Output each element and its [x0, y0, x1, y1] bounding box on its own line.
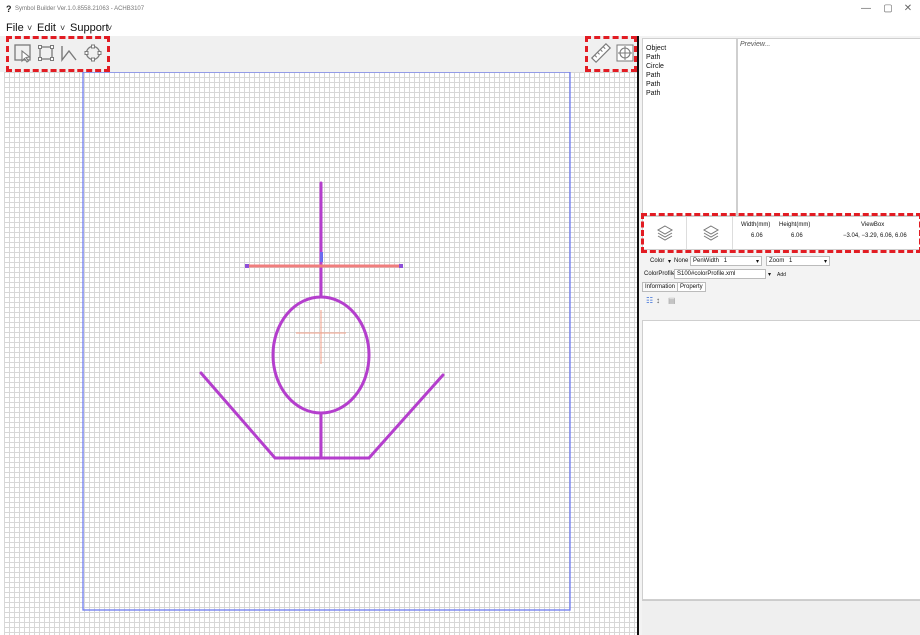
selection-handle-top[interactable] — [320, 252, 323, 262]
toolbar — [0, 36, 637, 72]
dimension-info-strip: Width(mm) Height(mm) ViewBox 6.06 6.06 −… — [642, 216, 920, 250]
menu-edit[interactable]: Edit — [37, 22, 56, 34]
add-button[interactable]: Add — [777, 272, 786, 278]
height-label: Height(mm) — [779, 222, 811, 228]
question-mark-icon: ? — [6, 4, 12, 14]
property-toolbar: ☷ ↕ ▤ — [642, 296, 920, 308]
menu-chevron-icon: ˅ — [60, 23, 66, 33]
window-title: Symbol Builder Ver.1.0.8558.21063 - ACHB… — [15, 6, 145, 12]
width-label: Width(mm) — [741, 222, 771, 228]
color-pen-zoom-row: Color ▾ None PenWidth 1 ▾ Zoom 1 ▾ — [642, 256, 920, 268]
colorprofile-row: ColorProfile S100#colorProfile.xml ▾ Add — [642, 269, 920, 281]
preview-label: Preview... — [740, 41, 771, 48]
color-label: Color — [650, 258, 665, 264]
chevron-down-icon[interactable]: ▾ — [768, 271, 771, 278]
symbol-drawing[interactable] — [199, 181, 445, 460]
minimize-button[interactable]: — — [858, 3, 874, 15]
zoom-label: Zoom — [769, 258, 785, 264]
close-button[interactable]: ✕ — [900, 3, 916, 15]
color-value[interactable]: None — [674, 258, 688, 264]
colorprofile-field[interactable]: S100#colorProfile.xml — [674, 269, 766, 279]
tab-information[interactable]: Information — [642, 282, 679, 292]
list-item[interactable]: Path — [643, 53, 736, 62]
status-area — [642, 600, 920, 635]
chevron-down-icon[interactable]: ▾ — [824, 258, 827, 265]
colorprofile-label: ColorProfile — [644, 271, 676, 277]
rectangle-tool-icon[interactable] — [35, 42, 57, 64]
menu-bar: File ˅ Edit ˅ Support ˅ — [0, 20, 640, 36]
penwidth-field[interactable]: PenWidth 1 — [690, 256, 762, 266]
colorprofile-value: S100#colorProfile.xml — [677, 271, 736, 277]
list-item[interactable]: Path — [643, 71, 736, 80]
selection-overlay — [245, 252, 403, 364]
list-item[interactable]: Path — [643, 80, 736, 89]
preview-pane: Preview... — [737, 38, 920, 216]
tab-property[interactable]: Property — [677, 282, 706, 292]
right-panel: Object Path Circle Path Path Path Previe… — [637, 36, 920, 635]
list-item[interactable]: Circle — [643, 62, 736, 71]
object-list[interactable]: Object Path Circle Path Path Path — [642, 38, 737, 216]
list-item[interactable]: Object — [643, 44, 736, 53]
alphabetical-sort-icon[interactable]: ↕ — [656, 296, 660, 305]
zoom-value: 1 — [789, 258, 793, 264]
penwidth-label: PenWidth — [693, 258, 720, 264]
zoom-field[interactable]: Zoom 1 — [766, 256, 830, 266]
layers-icon[interactable] — [643, 217, 687, 249]
menu-chevron-icon: ˅ — [27, 23, 33, 33]
property-grid[interactable] — [642, 320, 920, 600]
maximize-button[interactable]: ▢ — [880, 3, 896, 15]
menu-file[interactable]: File — [6, 22, 24, 34]
menu-chevron-icon: ˅ — [107, 23, 113, 33]
path-tool-icon[interactable] — [58, 42, 80, 64]
title-bar: ? Symbol Builder Ver.1.0.8558.21063 - AC… — [0, 0, 920, 20]
selection-handle-right[interactable] — [399, 264, 403, 268]
penwidth-value: 1 — [723, 258, 728, 264]
ruler-icon[interactable] — [590, 42, 612, 64]
list-item[interactable]: Path — [643, 89, 736, 98]
property-pages-icon[interactable]: ▤ — [668, 296, 676, 305]
chevron-down-icon: ▾ — [668, 259, 672, 265]
chevron-down-icon[interactable]: ▾ — [756, 258, 759, 265]
viewbox-label: ViewBox — [861, 222, 885, 228]
selection-handle-left[interactable] — [245, 264, 249, 268]
layers-stack-icon[interactable] — [689, 217, 733, 249]
app-window: ? Symbol Builder Ver.1.0.8558.21063 - AC… — [0, 0, 920, 635]
circle-tool-icon[interactable] — [82, 42, 104, 64]
drawing-canvas[interactable] — [4, 72, 637, 635]
menu-support[interactable]: Support — [70, 22, 109, 34]
page-border — [82, 72, 571, 611]
crosshair-target-icon[interactable] — [615, 42, 635, 64]
width-value: 6.06 — [751, 233, 763, 239]
select-tool-icon[interactable] — [12, 42, 34, 64]
viewbox-value: −3.04, −3.29, 6.06, 6.06 — [843, 233, 907, 239]
categorized-sort-icon[interactable]: ☷ — [646, 296, 653, 305]
height-value: 6.06 — [791, 233, 803, 239]
